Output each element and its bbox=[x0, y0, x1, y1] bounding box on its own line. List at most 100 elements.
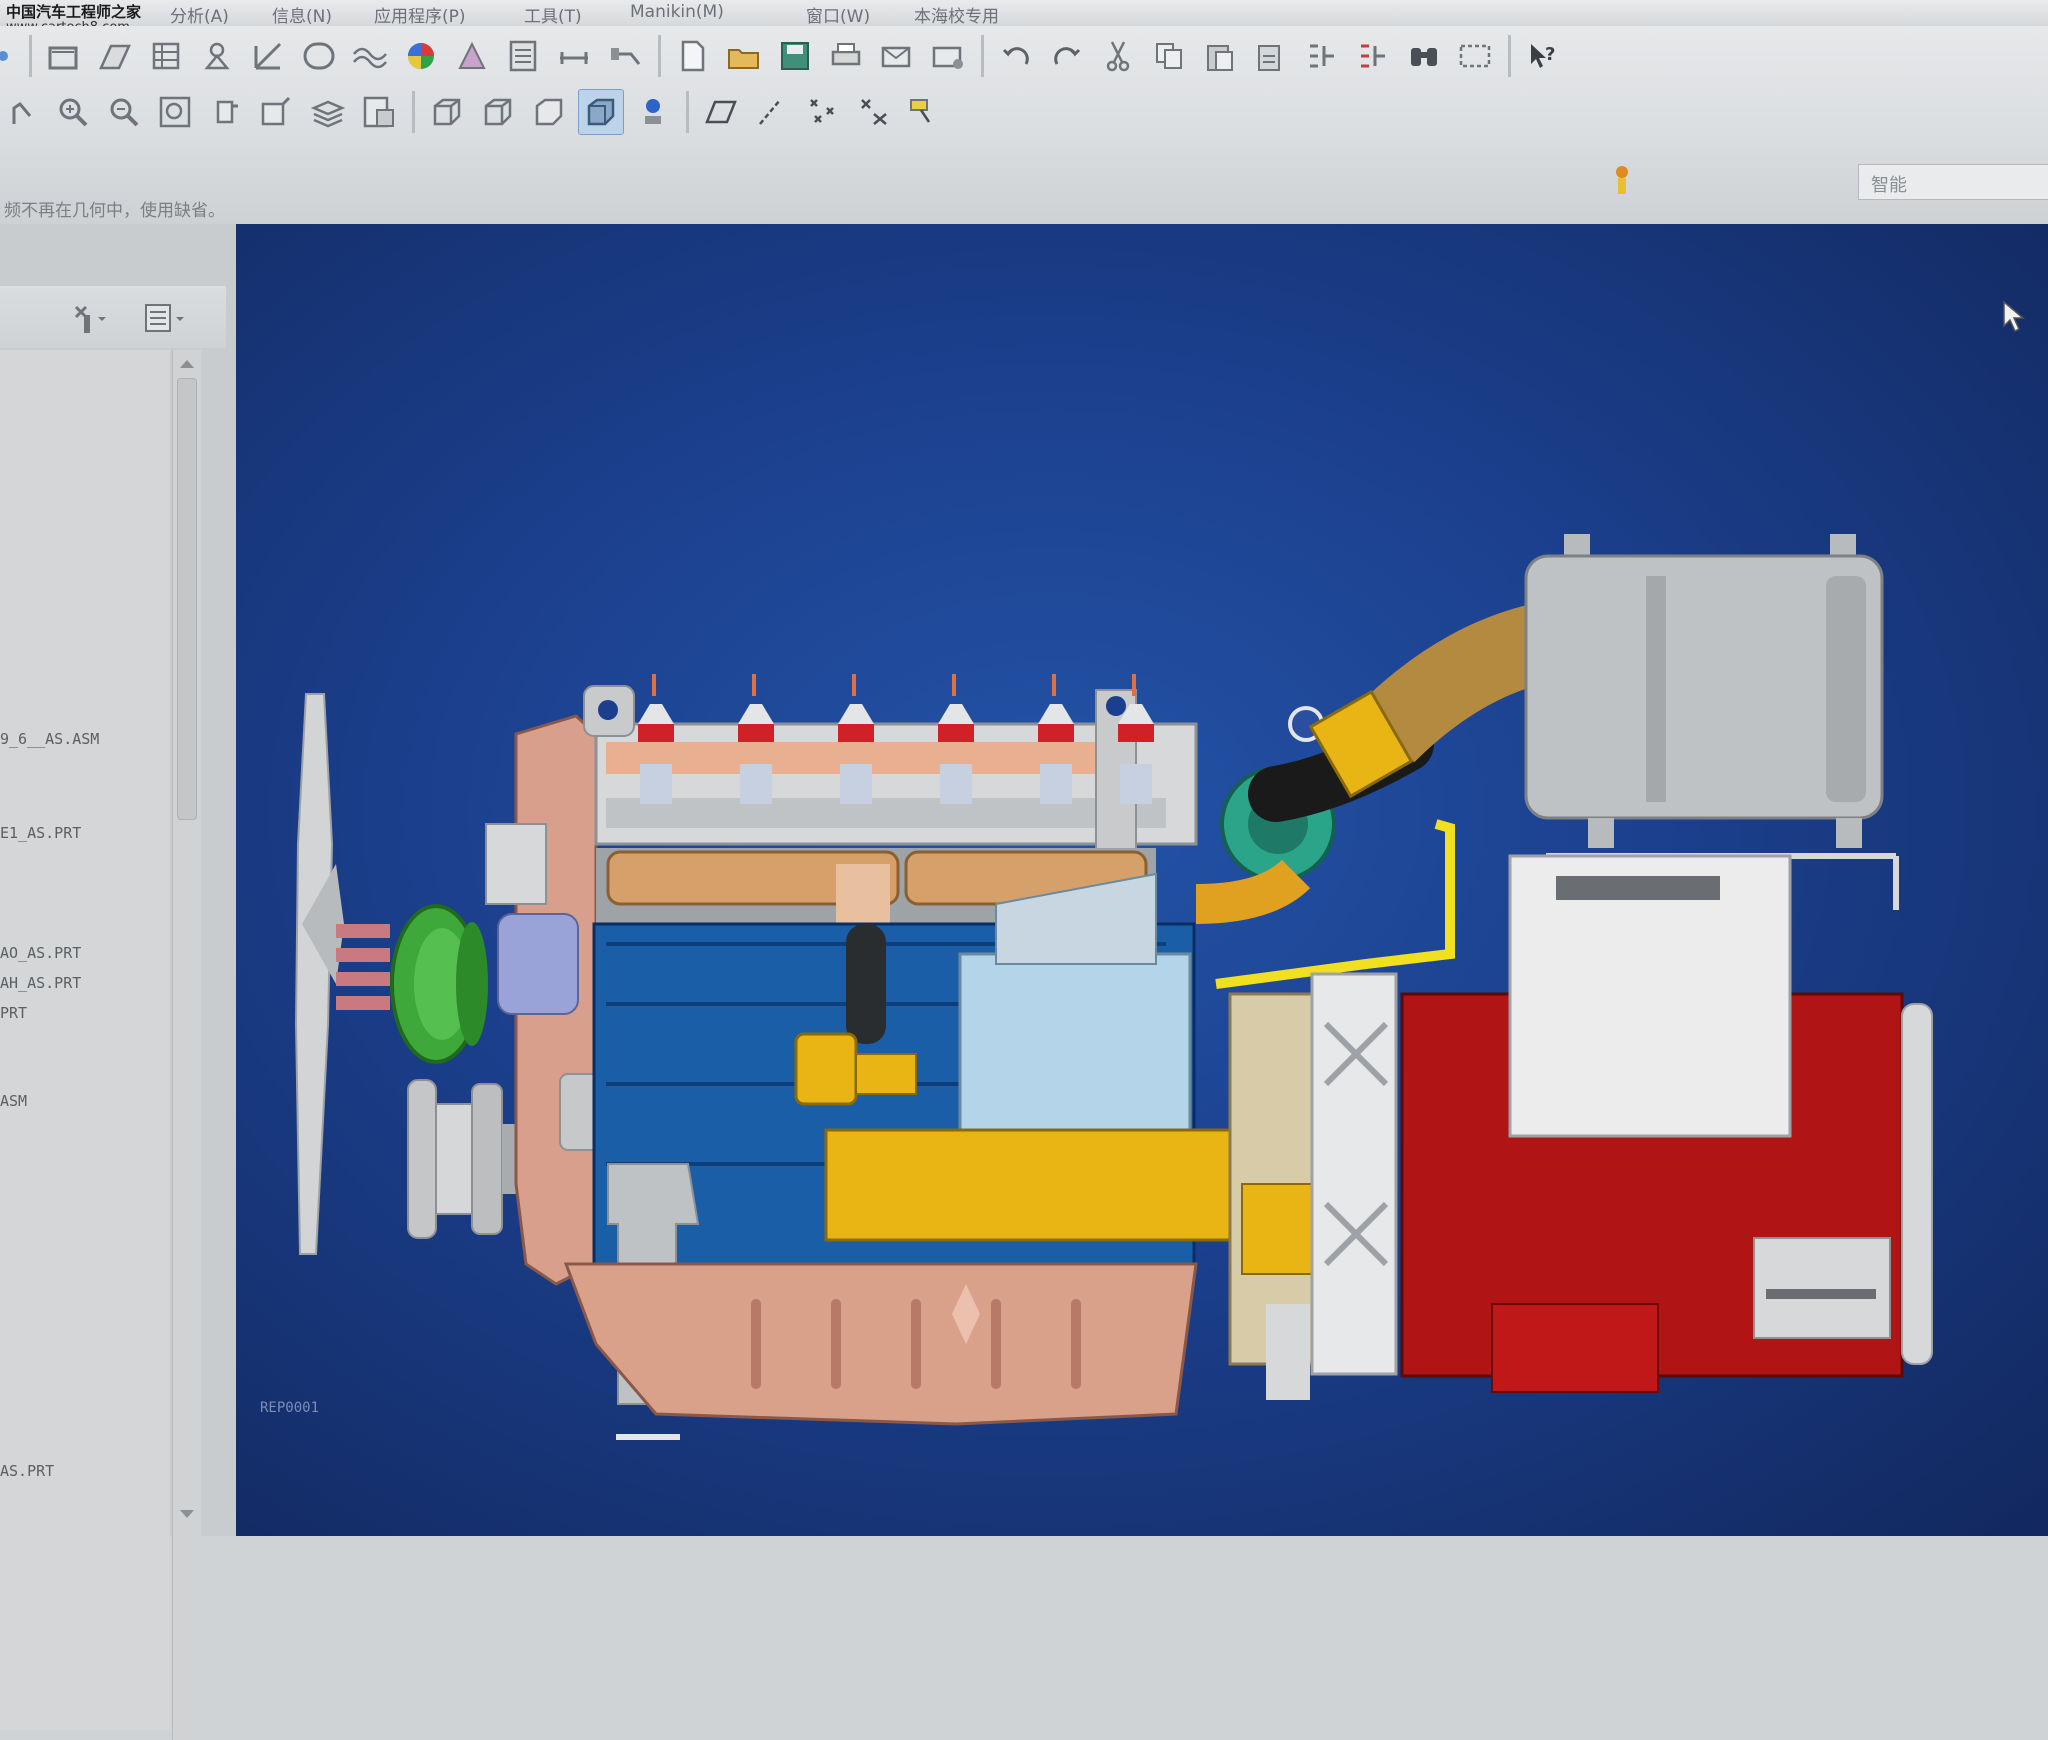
model-tree-list: 9_6__AS.ASM E1_AS.PRT AO_AS.PRT AH_AS.PR… bbox=[0, 350, 170, 1730]
copy-icon[interactable] bbox=[1147, 34, 1191, 78]
saved-views-icon[interactable] bbox=[255, 90, 299, 134]
new-icon[interactable] bbox=[671, 34, 715, 78]
menu-window[interactable]: 窗口(W) bbox=[806, 2, 870, 27]
menu-tools[interactable]: 工具(T) bbox=[524, 2, 582, 27]
perspective-icon[interactable] bbox=[450, 34, 494, 78]
curve-icon[interactable] bbox=[297, 34, 341, 78]
redo-icon[interactable] bbox=[1045, 34, 1089, 78]
menu-info[interactable]: 信息(N) bbox=[272, 2, 332, 27]
csys-display-icon[interactable] bbox=[852, 90, 896, 134]
email-attach-icon[interactable] bbox=[926, 34, 970, 78]
menu-custom[interactable]: 本海校专用 bbox=[914, 2, 999, 27]
tree-show-button[interactable] bbox=[140, 298, 188, 338]
menu-applications[interactable]: 应用程序(P) bbox=[374, 2, 466, 27]
open-icon[interactable] bbox=[722, 34, 766, 78]
find-icon[interactable] bbox=[1402, 34, 1446, 78]
save-icon[interactable] bbox=[773, 34, 817, 78]
cut-icon[interactable] bbox=[1096, 34, 1140, 78]
scroll-down-icon[interactable] bbox=[180, 1510, 194, 1518]
datum-plane-icon[interactable] bbox=[93, 34, 137, 78]
view-manager-icon[interactable] bbox=[357, 90, 401, 134]
toolbar-separator bbox=[686, 91, 689, 133]
email-icon[interactable] bbox=[875, 34, 919, 78]
wrench-icon bbox=[74, 305, 106, 333]
hidden-line-icon[interactable] bbox=[476, 90, 520, 134]
list-icon bbox=[145, 304, 184, 332]
crank-pulley bbox=[407, 1079, 530, 1239]
alternator-generator bbox=[1400, 854, 1933, 1393]
paste-icon[interactable] bbox=[1198, 34, 1242, 78]
model-tree-header bbox=[0, 286, 226, 348]
toolbar-separator bbox=[29, 35, 32, 77]
model-tree-panel: 9_6__AS.ASM E1_AS.PRT AO_AS.PRT AH_AS.PR… bbox=[0, 224, 236, 1740]
layers-icon[interactable] bbox=[306, 90, 350, 134]
engine-generator-model[interactable] bbox=[236, 224, 2048, 1536]
tree-node[interactable]: E1_AS.PRT bbox=[0, 824, 81, 842]
shading-icon[interactable] bbox=[578, 89, 624, 135]
tree-node[interactable]: AS.PRT bbox=[0, 1462, 54, 1480]
spin-center-icon[interactable] bbox=[0, 90, 44, 134]
regenerate-icon[interactable] bbox=[0, 34, 18, 78]
tree-node[interactable]: ASM bbox=[0, 1092, 27, 1110]
annotation-icon[interactable] bbox=[501, 34, 545, 78]
selection-filter[interactable]: 智能 bbox=[1858, 164, 2048, 200]
sketch-icon[interactable] bbox=[42, 34, 86, 78]
tree-node[interactable]: 9_6__AS.ASM bbox=[0, 730, 99, 748]
annotation-display-icon[interactable] bbox=[903, 90, 947, 134]
message-bar: 频不再在几何中，使用缺省。 bbox=[0, 150, 2048, 224]
oil-pan bbox=[563, 1262, 1198, 1440]
status-light-icon bbox=[1616, 166, 1628, 194]
toolbar-row-2 bbox=[0, 86, 954, 138]
reorient-icon[interactable] bbox=[204, 90, 248, 134]
message-text: 频不再在几何中，使用缺省。 bbox=[4, 201, 225, 221]
fan-pulley bbox=[390, 904, 488, 1064]
toolbar-separator bbox=[981, 35, 984, 77]
spin-orientation-icon[interactable] bbox=[631, 90, 675, 134]
tree-node[interactable]: AO_AS.PRT bbox=[0, 944, 81, 962]
datum-planes-display-icon[interactable] bbox=[699, 90, 743, 134]
zoom-in-icon[interactable] bbox=[51, 90, 95, 134]
exhaust-silencer bbox=[1524, 534, 1899, 910]
datum-point-icon[interactable] bbox=[195, 34, 239, 78]
watermark-title: 中国汽车工程师之家 bbox=[6, 3, 142, 21]
appearance-icon[interactable] bbox=[399, 34, 443, 78]
datum-csys-icon[interactable] bbox=[246, 34, 290, 78]
select-box-icon[interactable] bbox=[1453, 34, 1497, 78]
datum-axis-icon[interactable] bbox=[144, 34, 188, 78]
toolbar-row-1: ? bbox=[0, 30, 1572, 82]
graphics-window[interactable]: REP0001 bbox=[236, 224, 2048, 1536]
help-icon[interactable]: ? bbox=[1521, 34, 1565, 78]
menu-analysis[interactable]: 分析(A) bbox=[170, 2, 229, 27]
measure-icon[interactable] bbox=[552, 34, 596, 78]
menu-bar: 中国汽车工程师之家 www.cartech8.com 分析(A) 信息(N) 应… bbox=[0, 0, 2048, 35]
cooling-fan bbox=[294, 693, 390, 1255]
model-tree-scrollbar[interactable] bbox=[172, 350, 201, 1740]
scrollbar-thumb[interactable] bbox=[177, 378, 197, 820]
tree-node[interactable]: PRT bbox=[0, 1004, 27, 1022]
paste-special-icon[interactable] bbox=[1249, 34, 1293, 78]
menu-manikin[interactable]: Manikin(M) bbox=[630, 2, 724, 22]
mouse-cursor-icon bbox=[2003, 300, 2026, 333]
tree-node[interactable]: AH_AS.PRT bbox=[0, 974, 81, 992]
wave-icon[interactable] bbox=[348, 34, 392, 78]
regenerate-all-icon[interactable] bbox=[1351, 34, 1395, 78]
flywheel-housing bbox=[1228, 972, 1398, 1400]
no-hidden-icon[interactable] bbox=[527, 90, 571, 134]
toolbar-separator bbox=[1508, 35, 1511, 77]
zoom-out-icon[interactable] bbox=[102, 90, 146, 134]
datum-axes-display-icon[interactable] bbox=[750, 90, 794, 134]
toolbar-separator bbox=[412, 91, 415, 133]
print-icon[interactable] bbox=[824, 34, 868, 78]
datum-points-display-icon[interactable] bbox=[801, 90, 845, 134]
tree-settings-button[interactable] bbox=[66, 298, 114, 338]
turbocharger bbox=[1195, 605, 1547, 989]
regenerate-manager-icon[interactable] bbox=[1300, 34, 1344, 78]
scroll-up-icon[interactable] bbox=[180, 360, 194, 368]
svg-text:?: ? bbox=[1545, 44, 1555, 65]
analysis-icon[interactable] bbox=[603, 34, 647, 78]
undo-icon[interactable] bbox=[994, 34, 1038, 78]
selection-filter-value: 智能 bbox=[1871, 175, 1907, 196]
wireframe-icon[interactable] bbox=[425, 90, 469, 134]
refit-icon[interactable] bbox=[153, 90, 197, 134]
toolbar-separator bbox=[658, 35, 661, 77]
